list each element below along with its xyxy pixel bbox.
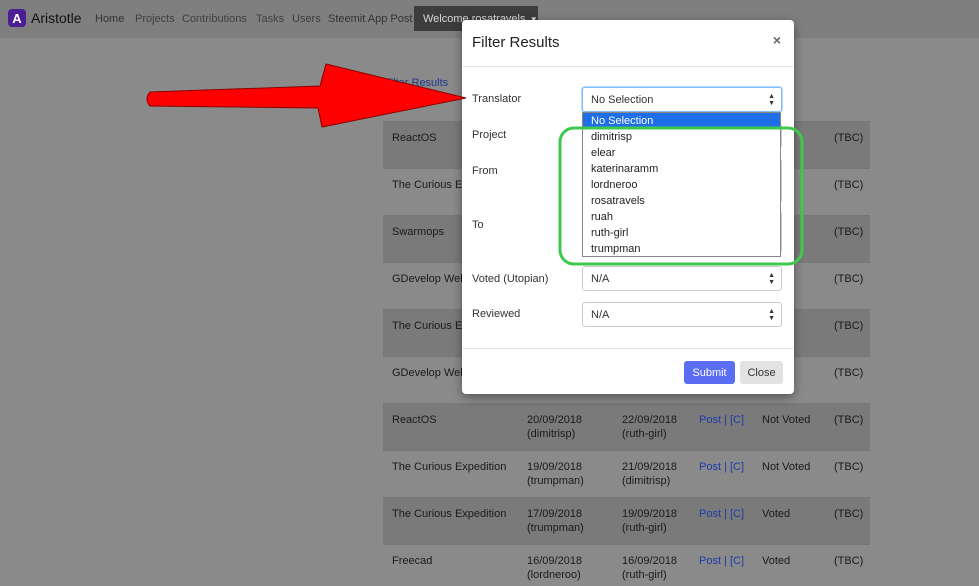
red-arrow-icon xyxy=(146,63,467,128)
annotation-overlay xyxy=(146,63,804,266)
green-rounded-rect xyxy=(558,126,804,266)
